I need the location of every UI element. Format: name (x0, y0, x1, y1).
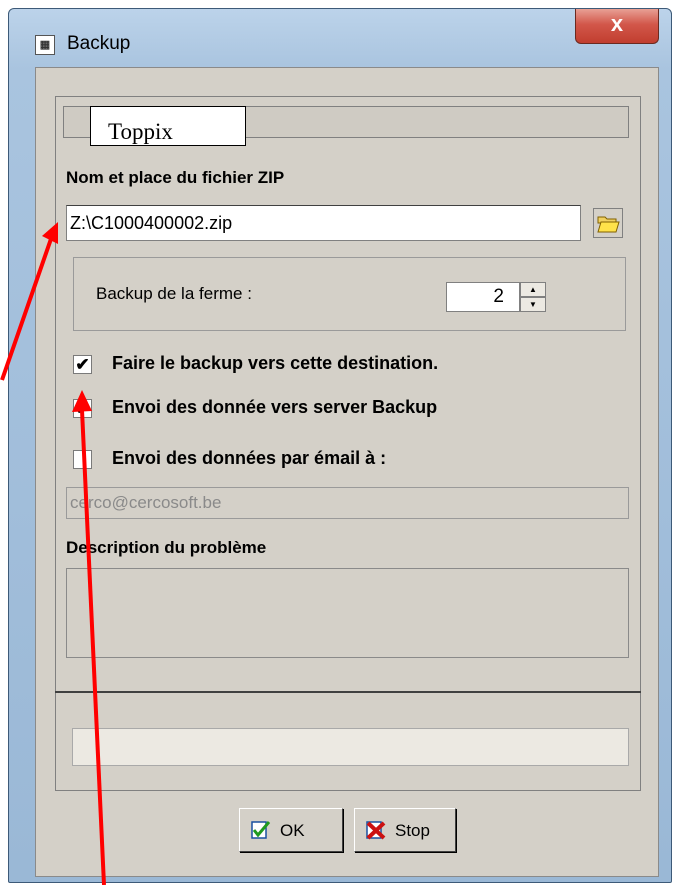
app-icon: ▦ (35, 35, 55, 55)
ok-label: OK (280, 821, 305, 840)
status-field (72, 728, 629, 766)
window-title: Backup (67, 33, 131, 54)
email-input[interactable]: cerco@cercosoft.be (66, 487, 629, 519)
farm-backup-spinner[interactable]: 2 ▲ ▼ (446, 282, 546, 312)
send-email-checkbox[interactable] (73, 450, 92, 469)
backup-destination-label: Faire le backup vers cette destination. (112, 353, 439, 373)
dialog-client-area: Toppix Nom et place du fichier ZIP Z:\C1… (35, 67, 659, 877)
close-icon: x (610, 11, 624, 36)
zip-file-label: Nom et place du fichier ZIP (66, 168, 285, 187)
stop-label: Stop (395, 821, 430, 840)
stop-icon (366, 821, 386, 840)
ok-button[interactable]: OK (239, 808, 343, 852)
send-server-checkbox[interactable]: ✔ (73, 399, 92, 418)
title-bar: ▦ Backup x (9, 9, 671, 67)
spin-down-icon[interactable]: ▼ (520, 297, 546, 312)
header-label: Toppix (90, 106, 246, 146)
description-label: Description du problème (66, 538, 267, 557)
content-panel (55, 96, 641, 791)
backup-destination-checkbox[interactable]: ✔ (73, 355, 92, 374)
stop-button[interactable]: Stop (354, 808, 456, 852)
close-button[interactable]: x (575, 9, 659, 44)
zip-path-input[interactable]: Z:\C1000400002.zip (66, 205, 581, 241)
farm-backup-value[interactable]: 2 (446, 282, 520, 312)
backup-dialog: ▦ Backup x Toppix Nom et place du fichie… (8, 8, 672, 883)
spinner-buttons: ▲ ▼ (520, 282, 546, 312)
description-textarea[interactable] (66, 568, 629, 658)
send-server-label: Envoi des donnée vers server Backup (112, 397, 438, 417)
folder-open-icon[interactable] (593, 208, 623, 238)
spin-up-icon[interactable]: ▲ (520, 282, 546, 297)
check-edit-icon (251, 821, 271, 839)
send-email-label: Envoi des données par émail à : (112, 448, 387, 468)
farm-backup-label: Backup de la ferme : (96, 284, 252, 303)
